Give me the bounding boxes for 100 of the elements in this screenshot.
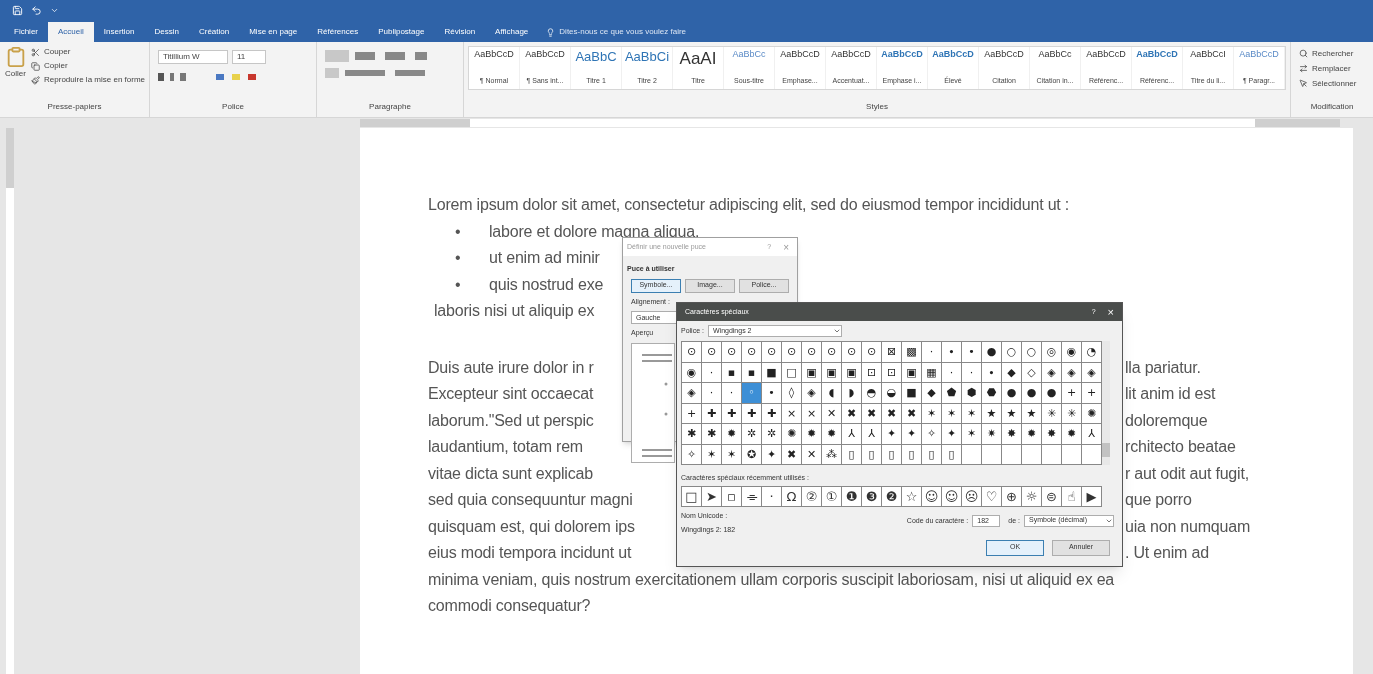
symbol-cell[interactable]: ◉ — [1062, 342, 1082, 363]
ribbon-tab[interactable]: Fichier — [4, 22, 48, 42]
symbol-cell[interactable]: ✪ — [742, 444, 762, 465]
symbol-cell[interactable]: ✹ — [822, 424, 842, 445]
ribbon-tab[interactable]: Références — [307, 22, 369, 42]
symbol-cell[interactable]: + — [682, 403, 702, 424]
ribbon-tab[interactable]: Publipostage — [368, 22, 435, 42]
symbol-cell[interactable]: ✷ — [982, 424, 1002, 445]
symbol-cell[interactable]: ◈ — [802, 383, 822, 404]
symbol-cell[interactable]: ★ — [1022, 403, 1042, 424]
symbol-cell[interactable]: ◇ — [1022, 362, 1042, 383]
symbol-cell[interactable]: ✚ — [722, 403, 742, 424]
symbol-cell[interactable]: ✖ — [782, 444, 802, 465]
symbol-cell[interactable]: ⅄ — [862, 424, 882, 445]
symbol-cell[interactable]: ✚ — [702, 403, 722, 424]
symbol-cell[interactable]: ▣ — [842, 362, 862, 383]
symbol-cell[interactable]: ⊙ — [862, 342, 882, 363]
symbol-cell[interactable]: ◒ — [882, 383, 902, 404]
symbol-cell[interactable]: ▯ — [842, 444, 862, 465]
symbol-cell[interactable]: ◗ — [842, 383, 862, 404]
symbol-cell[interactable]: ◎ — [1042, 342, 1062, 363]
symbol-cell[interactable]: ✖ — [902, 403, 922, 424]
symbol-cell[interactable]: ✶ — [922, 403, 942, 424]
symbol-cell[interactable]: ▣ — [902, 362, 922, 383]
symbol-cell[interactable]: ✳ — [1042, 403, 1062, 424]
editing-button[interactable]: Remplacer — [1299, 61, 1365, 76]
ribbon-tab[interactable]: Insertion — [93, 22, 145, 42]
symbol-cell[interactable]: ▪ — [722, 362, 742, 383]
symbol-cell[interactable]: ✖ — [862, 403, 882, 424]
editing-button[interactable]: Rechercher — [1299, 46, 1365, 61]
symbol-cell[interactable]: ⬣ — [982, 383, 1002, 404]
scrollbar[interactable] — [1102, 341, 1110, 465]
symbol-cell[interactable]: • — [962, 342, 982, 363]
symbol-cell[interactable]: ⅄ — [1082, 424, 1102, 445]
editing-button[interactable]: Sélectionner — [1299, 76, 1365, 91]
symbol-cell[interactable]: · — [702, 362, 722, 383]
symbol-cell[interactable]: ✹ — [802, 424, 822, 445]
symbol-cell[interactable]: ◖ — [822, 383, 842, 404]
symbol-cell[interactable]: ◈ — [682, 383, 702, 404]
symbol-cell[interactable]: ◆ — [922, 383, 942, 404]
symbol-cell[interactable]: ⊙ — [682, 342, 702, 363]
symbol-cell[interactable]: • — [762, 383, 782, 404]
symbol-cell[interactable]: ✶ — [702, 444, 722, 465]
symbol-cell[interactable]: · — [962, 362, 982, 383]
symbol-cell[interactable]: ◈ — [1082, 362, 1102, 383]
symbol-cell[interactable]: ✸ — [1002, 424, 1022, 445]
symbol-cell[interactable]: ✕ — [822, 403, 842, 424]
symbol-cell[interactable]: ◈ — [1042, 362, 1062, 383]
symbol-cell[interactable]: ✦ — [902, 424, 922, 445]
symbol-cell[interactable]: ✖ — [842, 403, 862, 424]
symbol-cell[interactable]: ■ — [762, 362, 782, 383]
symbol-cell[interactable]: ◈ — [1062, 362, 1082, 383]
symbol-cell[interactable]: □ — [782, 362, 802, 383]
symbol-cell[interactable]: ▯ — [942, 444, 962, 465]
symbol-cell[interactable]: ✳ — [1062, 403, 1082, 424]
symbol-cell[interactable]: · — [922, 342, 942, 363]
symbol-cell[interactable]: ✚ — [742, 403, 762, 424]
symbol-cell[interactable]: ✦ — [942, 424, 962, 445]
symbol-cell[interactable]: ⊙ — [722, 342, 742, 363]
symbol-cell[interactable]: ⊙ — [822, 342, 842, 363]
symbol-cell[interactable]: ⊙ — [802, 342, 822, 363]
symbol-cell[interactable]: ◔ — [1082, 342, 1102, 363]
ribbon-tab[interactable]: Mise en page — [239, 22, 308, 42]
symbol-cell[interactable]: ∙ — [942, 342, 962, 363]
symbol-cell[interactable]: ⊙ — [762, 342, 782, 363]
symbol-cell[interactable]: + — [1062, 383, 1082, 404]
font-name-field[interactable]: Titillium W — [158, 50, 228, 64]
symbol-cell[interactable]: ⊙ — [742, 342, 762, 363]
symbol-cell[interactable]: + — [1082, 383, 1102, 404]
cut-button[interactable]: Couper — [31, 46, 145, 58]
symbol-cell[interactable]: ✶ — [942, 403, 962, 424]
symbol-cell[interactable]: ⊡ — [862, 362, 882, 383]
symbol-cell[interactable]: ✱ — [682, 424, 702, 445]
symbol-cell[interactable]: ▯ — [882, 444, 902, 465]
symbol-cell[interactable]: ★ — [982, 403, 1002, 424]
symbol-cell[interactable]: ★ — [1002, 403, 1022, 424]
symbol-cell[interactable]: ✺ — [1082, 403, 1102, 424]
undo-icon[interactable] — [31, 4, 42, 16]
symbol-cell[interactable]: ⊙ — [782, 342, 802, 363]
symbol-cell[interactable]: ▯ — [902, 444, 922, 465]
symbol-cell[interactable]: × — [782, 403, 802, 424]
symbol-cell[interactable]: ⬟ — [942, 383, 962, 404]
symbol-cell[interactable]: ✹ — [1062, 424, 1082, 445]
symbol-cell[interactable]: ◊ — [782, 383, 802, 404]
symbol-cell[interactable]: ▪ — [742, 362, 762, 383]
symbol-cell[interactable]: ✚ — [762, 403, 782, 424]
symbol-cell[interactable]: ✕ — [802, 444, 822, 465]
symbol-cell[interactable]: ✧ — [682, 444, 702, 465]
symbol-cell[interactable]: ⊡ — [882, 362, 902, 383]
tell-me-field[interactable]: Dites-nous ce que vous voulez faire — [538, 22, 728, 42]
symbol-cell[interactable]: · — [702, 383, 722, 404]
symbol-cell[interactable]: ▦ — [922, 362, 942, 383]
symbol-cell[interactable]: ○ — [1002, 342, 1022, 363]
ribbon-tab[interactable]: Révision — [434, 22, 486, 42]
close-button[interactable]: × — [1107, 303, 1114, 321]
symbol-cell[interactable]: ✶ — [962, 424, 982, 445]
symbol-cell[interactable]: · — [722, 383, 742, 404]
symbol-cell[interactable]: ◉ — [682, 362, 702, 383]
symbol-cell[interactable]: ✧ — [922, 424, 942, 445]
symbol-cell[interactable]: ✹ — [1022, 424, 1042, 445]
